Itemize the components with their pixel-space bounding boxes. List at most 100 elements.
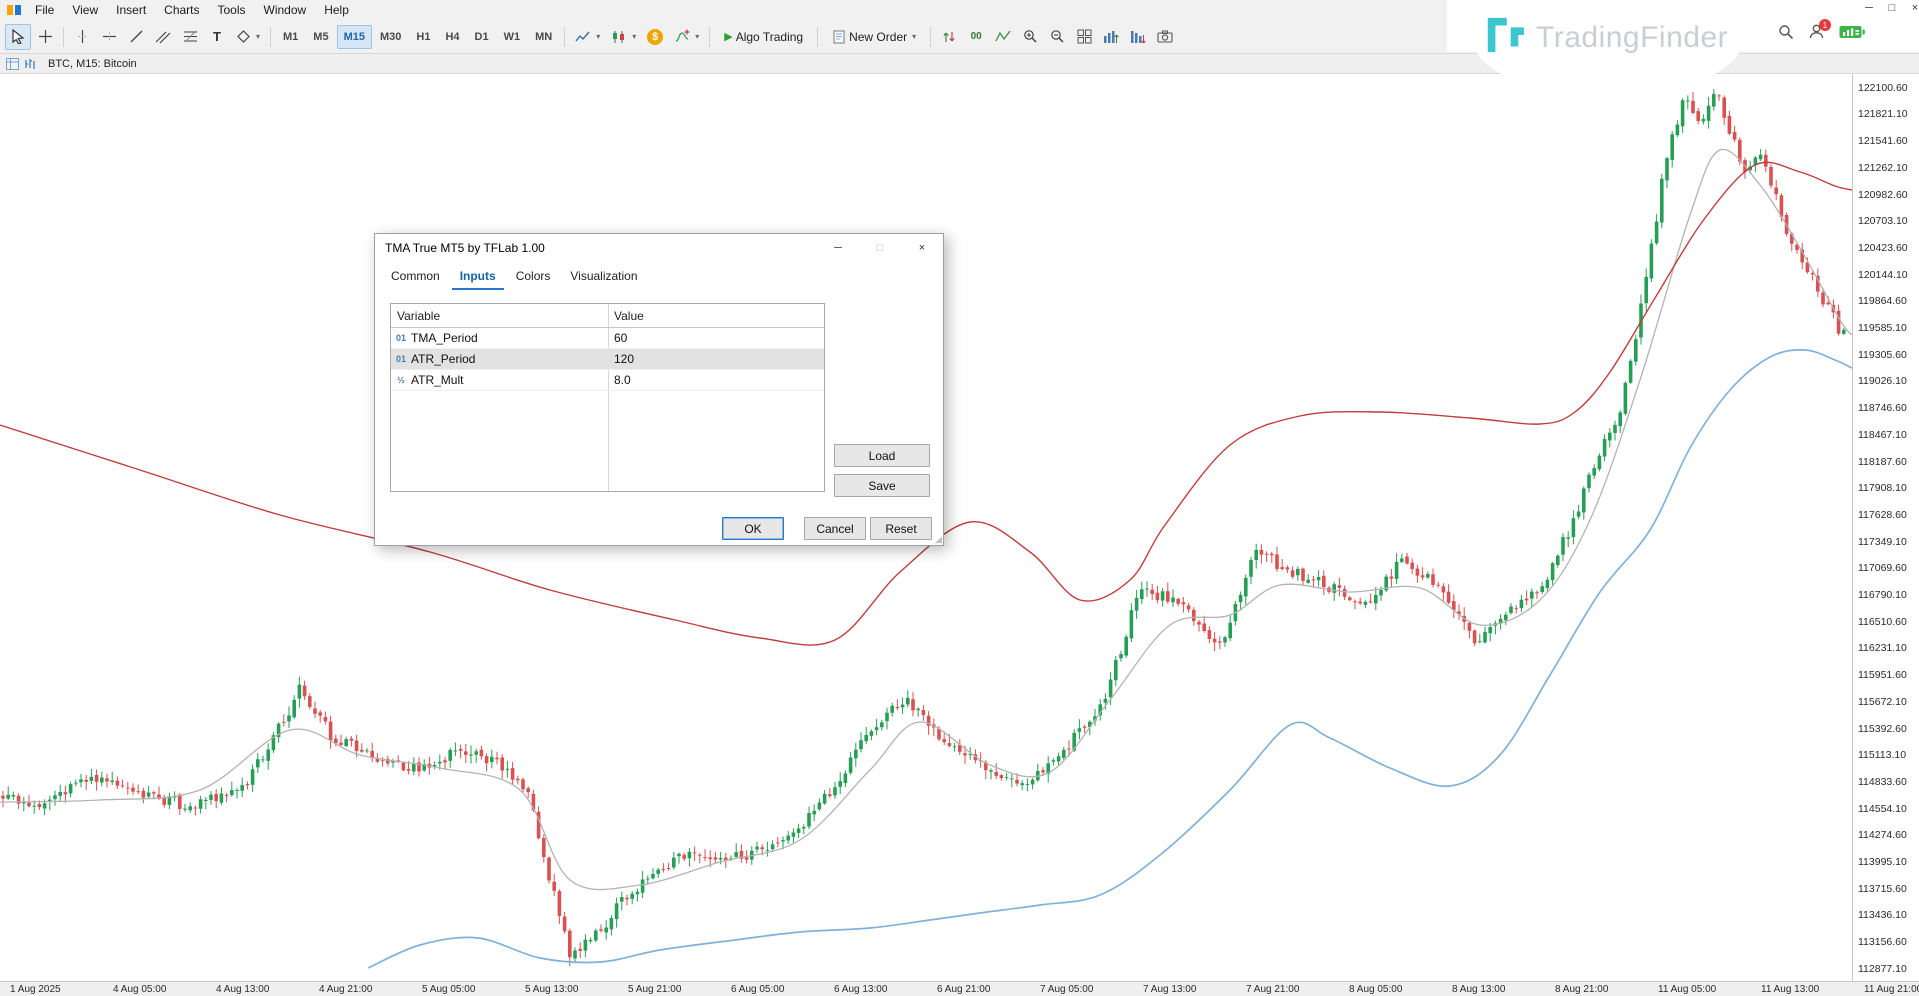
price-label: 117628.60: [1858, 509, 1907, 521]
dialog-title: TMA True MT5 by TFLab 1.00: [385, 241, 817, 255]
type-icon: 01: [391, 354, 411, 364]
menu-file[interactable]: File: [26, 1, 63, 19]
horizontal-line-tool-icon[interactable]: [96, 24, 122, 50]
price-label: 116510.60: [1858, 616, 1907, 628]
time-label: 6 Aug 05:00: [731, 984, 784, 995]
dialog-close-icon[interactable]: ×: [901, 234, 943, 262]
param-row-atr_mult[interactable]: ½ATR_Mult8.0: [391, 370, 824, 391]
chart-template-icon[interactable]: ▾: [606, 24, 641, 50]
dialog-titlebar[interactable]: TMA True MT5 by TFLab 1.00 ─ □ ×: [375, 234, 943, 262]
ok-button[interactable]: OK: [722, 517, 784, 540]
timeframe-mn-button[interactable]: MN: [528, 25, 559, 49]
chart-line-type-icon[interactable]: ▾: [570, 24, 605, 50]
tradingfinder-logo-icon: [1482, 14, 1526, 61]
price-label: 116231.10: [1858, 642, 1907, 654]
reset-button[interactable]: Reset: [870, 517, 932, 540]
price-axis[interactable]: 122380.10122100.60121821.10121541.601212…: [1852, 54, 1919, 981]
new-order-button[interactable]: New Order▾: [823, 24, 925, 50]
price-label: 113156.60: [1858, 936, 1907, 948]
zoom-in-icon[interactable]: [1017, 24, 1043, 50]
dialog-tab-colors[interactable]: Colors: [508, 265, 559, 290]
timeframe-m5-button[interactable]: M5: [306, 25, 335, 49]
quotes-dollar-icon[interactable]: $: [642, 24, 668, 50]
timeframe-m1-button[interactable]: M1: [276, 25, 305, 49]
dropdown-caret-icon: ▾: [695, 32, 699, 41]
indicators-icon[interactable]: ▾: [669, 24, 704, 50]
window-close-icon[interactable]: ×: [1908, 2, 1919, 14]
timeframe-h4-button[interactable]: H4: [438, 25, 466, 49]
search-icon[interactable]: [1778, 24, 1794, 40]
param-value[interactable]: 120: [608, 352, 634, 366]
dialog-tab-visualization[interactable]: Visualization: [562, 265, 645, 290]
param-row-tma_period[interactable]: 01TMA_Period60: [391, 328, 824, 349]
cancel-button[interactable]: Cancel: [804, 517, 866, 540]
tile-windows-icon[interactable]: [1071, 24, 1097, 50]
timeframe-m15-button[interactable]: M15: [337, 25, 372, 49]
connection-status-icon[interactable]: [1839, 24, 1866, 40]
dropdown-caret-icon: ▾: [632, 32, 636, 41]
market-watch-icon[interactable]: [6, 58, 19, 70]
menu-help[interactable]: Help: [315, 1, 358, 19]
cursor-tool-icon[interactable]: [5, 24, 31, 50]
account-icon[interactable]: 1: [1808, 23, 1825, 40]
bar-spacing-icon[interactable]: 00: [963, 24, 989, 50]
time-label: 4 Aug 05:00: [113, 984, 166, 995]
zigzag-icon[interactable]: [990, 24, 1016, 50]
param-name: TMA_Period: [411, 331, 608, 345]
time-label: 8 Aug 13:00: [1452, 984, 1505, 995]
crosshair-tool-icon[interactable]: [32, 24, 58, 50]
menu-window[interactable]: Window: [255, 1, 316, 19]
dialog-minimize-icon[interactable]: ─: [817, 234, 859, 262]
type-icon: ½: [391, 375, 411, 385]
text-tool-icon[interactable]: T: [204, 24, 230, 50]
time-label: 6 Aug 13:00: [834, 984, 887, 995]
resize-grip[interactable]: ◢: [935, 534, 942, 545]
price-label: 115113.10: [1858, 749, 1906, 761]
equidistant-channel-tool-icon[interactable]: [150, 24, 176, 50]
chart-list-icon[interactable]: [24, 58, 37, 70]
param-row-atr_period[interactable]: 01ATR_Period120: [391, 349, 824, 370]
menu-charts[interactable]: Charts: [155, 1, 208, 19]
param-value[interactable]: 60: [608, 331, 627, 345]
load-button[interactable]: Load: [834, 444, 930, 467]
vertical-line-tool-icon[interactable]: [69, 24, 95, 50]
price-label: 121262.10: [1858, 162, 1908, 174]
time-label: 4 Aug 13:00: [216, 984, 269, 995]
shapes-tool-icon[interactable]: ▾: [231, 24, 265, 50]
zoom-out-icon[interactable]: [1044, 24, 1070, 50]
toolbar-separator: [564, 27, 565, 47]
chart-shift-end-icon[interactable]: [1125, 24, 1151, 50]
dialog-tab-inputs[interactable]: Inputs: [452, 265, 504, 290]
chart-shift-icon[interactable]: [936, 24, 962, 50]
price-label: 120144.10: [1858, 269, 1908, 281]
price-label: 120423.60: [1858, 242, 1908, 254]
time-axis[interactable]: 1 Aug 20254 Aug 05:004 Aug 13:004 Aug 21…: [0, 981, 1919, 996]
price-label: 112877.10: [1858, 963, 1907, 975]
price-label: 118187.60: [1858, 456, 1907, 468]
timeframe-d1-button[interactable]: D1: [468, 25, 496, 49]
menu-insert[interactable]: Insert: [107, 1, 155, 19]
dialog-tab-common[interactable]: Common: [383, 265, 448, 290]
menu-tools[interactable]: Tools: [209, 1, 255, 19]
indicator-settings-dialog: TMA True MT5 by TFLab 1.00 ─ □ × CommonI…: [374, 233, 944, 546]
price-label: 114833.60: [1858, 776, 1907, 788]
price-label: 119864.60: [1858, 295, 1907, 307]
auto-scroll-icon[interactable]: [1098, 24, 1124, 50]
fibonacci-tool-icon[interactable]: [177, 24, 203, 50]
algo-trading-button[interactable]: ▶Algo Trading: [715, 24, 812, 50]
param-value[interactable]: 8.0: [608, 373, 631, 387]
chart-tab[interactable]: BTC, M15: Bitcoin: [42, 58, 143, 70]
table-header: Variable Value: [391, 304, 824, 328]
price-label: 114554.10: [1858, 803, 1907, 815]
price-label: 118746.60: [1858, 402, 1907, 414]
trendline-tool-icon[interactable]: [123, 24, 149, 50]
price-label: 113995.10: [1858, 856, 1907, 868]
strategy-tester-icon[interactable]: [1152, 24, 1178, 50]
timeframe-h1-button[interactable]: H1: [409, 25, 437, 49]
save-button[interactable]: Save: [834, 474, 930, 497]
window-minimize-icon[interactable]: ─: [1862, 2, 1876, 14]
timeframe-w1-button[interactable]: W1: [497, 25, 528, 49]
menu-view[interactable]: View: [63, 1, 107, 19]
timeframe-m30-button[interactable]: M30: [373, 25, 408, 49]
window-restore-icon[interactable]: □: [1885, 2, 1899, 14]
